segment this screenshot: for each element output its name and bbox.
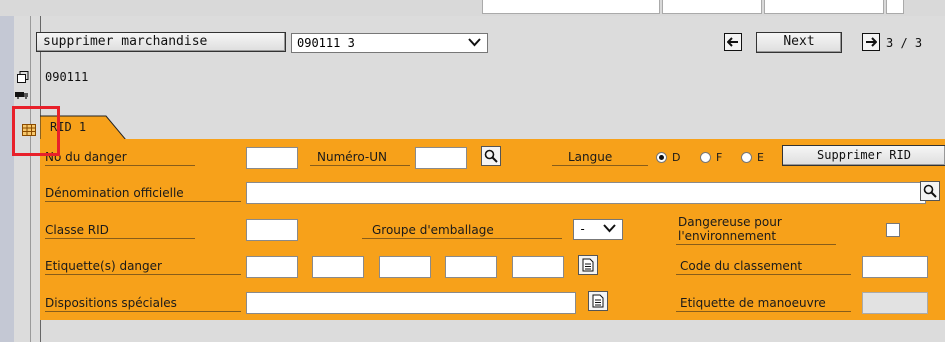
top-field-2[interactable] [662, 0, 762, 14]
supprimer-rid-button[interactable]: Supprimer RID [782, 145, 945, 166]
divider [362, 238, 562, 239]
dispositions-list-button[interactable] [588, 291, 608, 311]
denomination-label: Dénomination officielle [45, 186, 184, 200]
item-select-value: 090111 3 [297, 36, 355, 50]
etiquette-input-2[interactable] [312, 256, 364, 278]
highlight-box [12, 106, 60, 156]
numero-un-label: Numéro-UN [317, 150, 387, 164]
code-classement-input[interactable] [862, 256, 928, 278]
document-icon [582, 258, 594, 272]
item-select[interactable]: 090111 3 [291, 33, 488, 53]
divider [676, 274, 851, 275]
next-button[interactable]: Next [756, 32, 842, 53]
dispositions-label: Dispositions spéciales [45, 296, 177, 310]
etiquette-input-5[interactable] [512, 256, 564, 278]
top-strip [0, 0, 945, 16]
divider [45, 165, 195, 166]
langue-radio-e[interactable] [741, 152, 752, 163]
rid-form-panel: No du danger Numéro-UN Langue D F E Supp… [40, 139, 945, 320]
divider [45, 201, 241, 202]
supprimer-marchandise-button[interactable]: supprimer marchandise [36, 32, 286, 52]
divider [552, 165, 648, 166]
dangereuse-label: Dangereuse pour l'environnement [678, 215, 782, 243]
groupe-emballage-select[interactable]: - [573, 219, 623, 240]
langue-option-f: F [716, 151, 723, 164]
previous-button[interactable] [724, 33, 742, 51]
search-button[interactable] [481, 146, 501, 166]
code-classement-label: Code du classement [680, 259, 803, 273]
next-arrow-button[interactable] [862, 33, 880, 51]
groupe-emballage-label: Groupe d'emballage [372, 223, 494, 237]
dispositions-input[interactable] [246, 292, 576, 314]
denomination-input[interactable] [246, 182, 926, 204]
denomination-search-button[interactable] [920, 181, 940, 201]
etiquette-input-4[interactable] [445, 256, 497, 278]
divider [310, 165, 410, 166]
chevron-down-icon [603, 220, 616, 238]
left-sidebar [0, 16, 14, 342]
search-icon [923, 184, 937, 198]
arrow-right-icon [866, 37, 877, 47]
etiquette-input-1[interactable] [246, 256, 298, 278]
search-icon [484, 149, 498, 163]
groupe-emballage-value: - [579, 222, 587, 236]
divider [676, 244, 836, 245]
langue-option-e: E [757, 151, 764, 164]
record-id: 090111 [45, 70, 89, 84]
divider [676, 311, 851, 312]
classe-rid-input[interactable] [246, 219, 298, 241]
document-icon [592, 294, 604, 308]
arrow-left-icon [727, 37, 738, 47]
divider [30, 16, 31, 342]
dangereuse-checkbox[interactable] [886, 223, 900, 237]
etiquettes-danger-label: Etiquette(s) danger [45, 259, 162, 273]
langue-option-d: D [672, 151, 681, 164]
divider [45, 238, 195, 239]
etiquette-manoeuvre-label: Etiquette de manoeuvre [680, 296, 826, 310]
etiquette-manoeuvre-input [862, 292, 928, 314]
chevron-down-icon [468, 34, 481, 52]
etiquette-input-3[interactable] [379, 256, 431, 278]
top-checkbox[interactable] [886, 0, 904, 14]
top-field-1[interactable] [482, 0, 660, 14]
top-field-3[interactable] [764, 0, 884, 14]
langue-radio-d[interactable] [656, 152, 667, 163]
numero-un-input[interactable] [415, 147, 467, 169]
divider [45, 311, 241, 312]
page-indicator: 3 / 3 [886, 36, 923, 50]
etiquettes-list-button[interactable] [578, 255, 598, 275]
classe-rid-label: Classe RID [45, 223, 109, 237]
divider [45, 274, 241, 275]
no-danger-input[interactable] [246, 147, 298, 169]
truck-icon[interactable] [15, 84, 29, 103]
langue-label: Langue [568, 150, 613, 164]
langue-radio-f[interactable] [700, 152, 711, 163]
